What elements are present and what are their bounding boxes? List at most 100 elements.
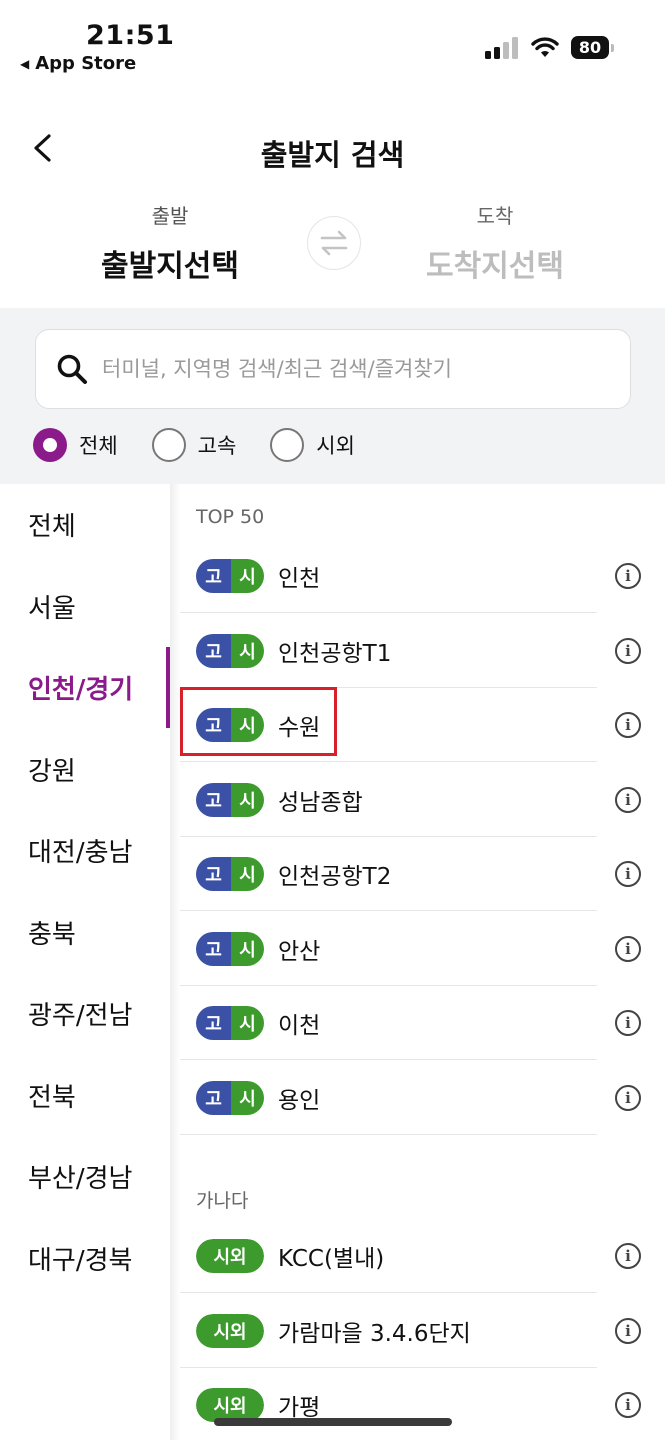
search-box[interactable] (35, 329, 631, 409)
section-header-top50: TOP 50 (196, 506, 265, 528)
terminal-row[interactable]: 고 시 인천공항T2 i (170, 837, 665, 911)
region-item[interactable]: 광주/전남 (0, 973, 170, 1055)
intercity-badge-label: 시 (231, 857, 264, 891)
terminal-name: 성남종합 (278, 789, 363, 816)
swap-button[interactable] (307, 216, 361, 270)
terminal-row[interactable]: 시외 가평 i (170, 1368, 665, 1440)
section-header-ganada: 가나다 (196, 1190, 249, 1212)
route-selector: 출발 출발지선택 도착 도착지선택 (0, 200, 665, 300)
terminal-list: TOP 50 가나다 고 시 인천 i 고 시 인천공항T1 i 고 시 수원 i 고 시 성남종합 i 고 시 인… (170, 484, 665, 1440)
region-list: 전체 서울 인천/경기 강원 대전/충남 충북 광주/전남 전북 부산/경남 대구/경북 (0, 484, 170, 1440)
arrive-label: 도착 (476, 204, 514, 228)
info-icon[interactable]: i (615, 1010, 641, 1036)
terminal-name: 인천공항T2 (278, 864, 392, 890)
region-item[interactable]: 대구/경북 (0, 1218, 170, 1300)
express-badge-label: 고 (196, 633, 231, 668)
swap-arrows-icon (320, 230, 348, 256)
filter-express[interactable]: 고속 (151, 428, 237, 462)
region-item[interactable]: 인천/경기 (0, 647, 170, 729)
terminal-name: KCC(별내) (278, 1246, 385, 1272)
intercity-badge: 시외 (196, 1239, 264, 1273)
terminal-row[interactable]: 고 시 이천 i (170, 986, 665, 1060)
intercity-badge-label: 시외 (196, 1239, 264, 1273)
filter-all-label: 전체 (79, 434, 118, 458)
radio-unchecked-icon (270, 428, 305, 462)
depart-value: 출발지선택 (101, 249, 239, 284)
terminal-name: 이천 (278, 1013, 321, 1039)
info-icon[interactable]: i (615, 712, 641, 738)
back-to-app-link[interactable]: ◀ App Store (20, 53, 136, 74)
terminal-name: 인천공항T1 (278, 640, 392, 667)
terminal-name: 인천 (278, 566, 321, 592)
express-intercity-badge: 고시 (196, 782, 264, 817)
info-icon[interactable]: i (615, 861, 641, 887)
back-triangle-icon: ◀ (20, 56, 30, 71)
terminal-row[interactable]: 고 시 인천공항T1 i (170, 614, 665, 688)
express-badge-label: 고 (196, 857, 231, 891)
region-item[interactable]: 대전/충남 (0, 810, 170, 892)
terminal-row[interactable]: 시외 가람마을 3.4.6단지 i (170, 1294, 665, 1368)
intercity-badge: 시외 (196, 1313, 264, 1348)
region-item[interactable]: 충북 (0, 892, 170, 974)
intercity-badge-label: 시 (231, 559, 264, 593)
express-badge-label: 고 (196, 782, 231, 817)
terminal-row[interactable]: 고 시 용인 i (170, 1061, 665, 1135)
terminal-name: 용인 (278, 1087, 321, 1114)
terminal-row[interactable]: 고 시 성남종합 i (170, 763, 665, 837)
express-intercity-badge: 고시 (196, 931, 264, 966)
depart-selector[interactable]: 출발 출발지선택 (70, 200, 270, 285)
intercity-badge-label: 시 (231, 931, 264, 966)
region-item[interactable]: 전북 (0, 1055, 170, 1137)
search-panel: 전체 고속 시외 (0, 308, 665, 484)
info-icon[interactable]: i (615, 786, 641, 813)
intercity-badge: 시외 (196, 1388, 264, 1422)
search-input[interactable] (102, 357, 602, 381)
info-icon[interactable]: i (615, 1392, 641, 1418)
region-item[interactable]: 전체 (0, 484, 170, 566)
status-time: 21:51 (86, 20, 175, 51)
info-icon[interactable]: i (615, 1084, 641, 1111)
info-icon[interactable]: i (615, 1243, 641, 1269)
page-title: 출발지 검색 (260, 138, 405, 172)
arrive-selector[interactable]: 도착 도착지선택 (395, 200, 595, 285)
signal-icon (485, 36, 518, 59)
terminal-row[interactable]: 시외 KCC(별내) i (170, 1219, 665, 1293)
info-icon[interactable]: i (615, 637, 641, 664)
region-item[interactable]: 강원 (0, 729, 170, 811)
info-icon[interactable]: i (615, 563, 641, 589)
terminal-row[interactable]: 고 시 인천 i (170, 539, 665, 613)
filter-express-label: 고속 (197, 434, 237, 458)
intercity-badge-label: 시 (231, 1006, 264, 1040)
filter-intercity[interactable]: 시외 (270, 428, 355, 462)
intercity-badge-label: 시외 (196, 1388, 264, 1422)
terminal-name: 안산 (278, 938, 321, 965)
depart-label: 출발 (151, 204, 189, 228)
intercity-badge-label: 시 (231, 633, 264, 668)
info-icon[interactable]: i (615, 1317, 641, 1344)
radio-checked-icon (33, 428, 67, 462)
intercity-badge-label: 시 (231, 782, 264, 817)
battery-icon: 80 (571, 36, 614, 59)
terminal-row[interactable]: 고 시 안산 i (170, 912, 665, 986)
express-intercity-badge: 고시 (196, 1080, 264, 1115)
filter-all[interactable]: 전체 (33, 428, 118, 462)
arrive-value: 도착지선택 (426, 249, 564, 284)
search-icon (57, 354, 87, 384)
radio-unchecked-icon (151, 428, 186, 462)
express-badge-label: 고 (196, 1080, 231, 1115)
info-icon[interactable]: i (615, 935, 641, 962)
region-item[interactable]: 부산/경남 (0, 1136, 170, 1218)
express-intercity-badge: 고시 (196, 1006, 264, 1040)
region-item[interactable]: 서울 (0, 566, 170, 648)
express-badge-label: 고 (196, 1006, 231, 1040)
terminal-search-screen: 21:51 ◀ App Store 80 출발지 검색 출발 출발지선택 도착 … (0, 0, 665, 1440)
panel-shadow (170, 484, 180, 1440)
express-badge-label: 고 (196, 931, 231, 966)
back-app-label: App Store (35, 53, 137, 74)
type-filter: 전체 고속 시외 (33, 428, 355, 462)
intercity-badge-label: 시 (231, 1080, 264, 1115)
express-intercity-badge: 고시 (196, 633, 264, 668)
express-intercity-badge: 고시 (196, 857, 264, 891)
highlight-box (180, 687, 337, 756)
terminal-name: 가평 (278, 1395, 321, 1421)
